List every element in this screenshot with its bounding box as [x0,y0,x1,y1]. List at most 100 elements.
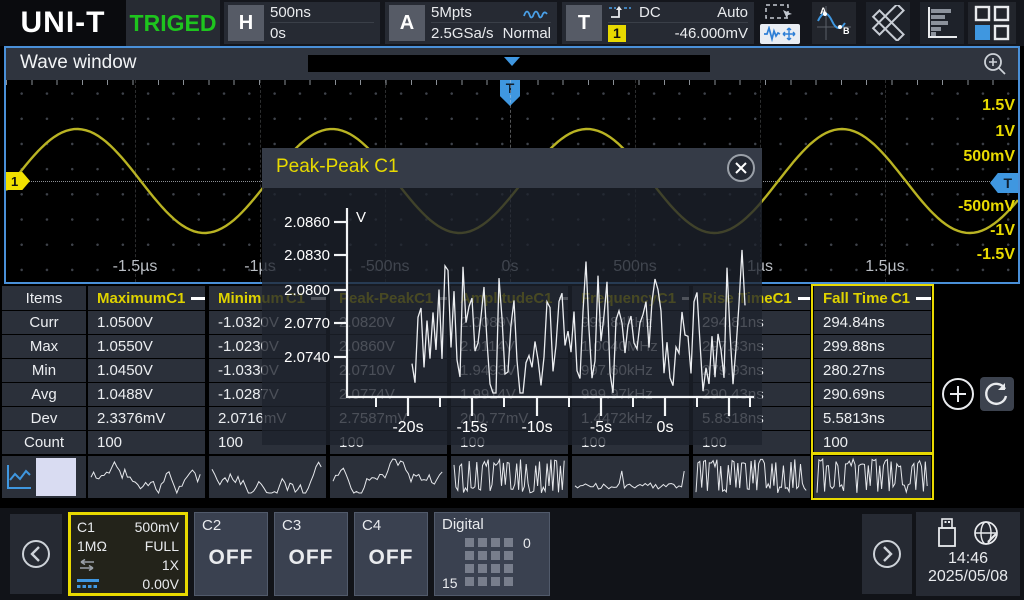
acquire-panel[interactable]: A 5Mpts 2.5GSa/s Normal [385,2,557,44]
popup-body: 2.08602.08302.08002.07702.0740V-20s-15s-… [262,188,762,445]
channel-trace-dash [798,297,810,300]
channel1-name: C1 [77,519,95,535]
trigger-panel[interactable]: T DC Auto 1 -46.000mV [562,2,754,44]
voltage-label: -1V [990,222,1015,240]
measure-cell: 100 [88,431,205,454]
trigger-source-badge: 1 [608,25,626,42]
horizontal-label: H [228,5,264,41]
channel2-panel[interactable]: C2 OFF [194,512,268,596]
trigger-level-value: -46.000mV [675,25,748,42]
clock-time: 14:46 [916,550,1020,568]
measure-column-header[interactable]: Fall TimeC1 [814,286,931,310]
measurement-trend-popup: Peak-Peak C1 2.08602.08302.08002.07702.0… [262,148,762,445]
digital-high-index: 0 [523,535,531,551]
svg-text:2.0830: 2.0830 [284,247,330,264]
channel1-bandwidth: FULL [145,538,179,554]
wave-window-title: Wave window [20,52,137,74]
trigger-label: T [566,5,602,41]
horizontal-offset: 0s [270,25,286,42]
channel3-name: C3 [282,517,340,534]
svg-text:-15s: -15s [456,419,487,436]
stat-row-label: Curr [2,311,86,334]
trigger-coupling: DC [639,4,661,21]
measure-cell: 1.0450V [88,359,205,382]
channel1-offset: 0.00V [142,576,179,592]
trigger-sweep-mode: Auto [717,4,748,21]
voltage-label: 1V [995,123,1015,141]
trigger-edge-icon [608,4,632,20]
acquire-label: A [389,5,425,41]
voltage-label: 1.5V [982,97,1015,115]
measure-tool-icon[interactable] [866,2,910,44]
sparkline-cell[interactable] [330,456,447,498]
measure-cell: 100 [814,431,931,454]
svg-text:V: V [356,209,366,226]
svg-text:0s: 0s [657,419,674,436]
channel3-state: OFF [282,546,340,570]
time-label: 1.5µs [865,258,904,276]
close-icon[interactable] [727,154,755,182]
timebase-value: 500ns [270,4,311,21]
digital-channel-grid [465,538,513,586]
channel1-probe: 1X [162,557,179,573]
stat-row-label: Max [2,335,86,358]
measure-cell: 1.0488V [88,383,205,406]
waveform-position-bar[interactable] [308,55,710,72]
trigger-status: TRIGED [126,0,220,46]
channel-bar-right-button[interactable] [862,514,912,594]
zoom-in-icon[interactable] [982,51,1008,77]
svg-text:-10s: -10s [521,419,552,436]
channel1-impedance: 1MΩ [77,538,107,554]
layout-grid-icon[interactable] [968,2,1016,44]
grid-vline [260,80,261,282]
measure-cell: 5.5813ns [814,407,931,430]
cursor-tools [760,2,800,44]
channel-bar-left-button[interactable] [10,514,62,594]
channel3-panel[interactable]: C3 OFF [274,512,348,596]
wave-window-header: Wave window [6,48,1018,80]
statistics-icon[interactable] [920,2,964,44]
select-zoom-icon[interactable] [760,2,800,22]
channel1-panel[interactable]: C1500mV 1MΩFULL 1X 0.00V [68,512,188,596]
popup-header[interactable]: Peak-Peak C1 [262,148,762,188]
bottom-bar: C1500mV 1MΩFULL 1X 0.00V C2 OFF C3 OFF C… [0,508,1024,600]
bandwidth-limit-icon [77,579,101,589]
time-label: -1.5µs [113,258,158,276]
voltage-label: -500mV [958,198,1015,216]
cursor-ab-icon[interactable]: AB [812,2,856,44]
svg-text:-5s: -5s [590,419,612,436]
sparkline-cell[interactable] [814,456,931,498]
sparkline-cell[interactable] [451,456,568,498]
stat-row-label: Dev [2,407,86,430]
popup-title: Peak-Peak C1 [276,156,399,178]
digital-channels-panel[interactable]: Digital 0 15 [434,512,550,596]
status-panel[interactable]: 14:46 2025/05/08 [916,512,1020,596]
sparkline-cell[interactable] [209,456,326,498]
measure-column-header[interactable]: MaximumC1 [88,286,205,310]
usb-icon [936,518,958,548]
measure-cell: 1.0550V [88,335,205,358]
trend-chart: 2.08602.08302.08002.07702.0740V-20s-15s-… [262,188,762,445]
channel-trace-dash [916,297,931,300]
reset-statistics-button[interactable] [980,377,1014,411]
sample-rate: 2.5GSa/s [431,25,494,42]
svg-text:A: A [820,6,827,16]
stat-row-label: Min [2,359,86,382]
acquire-wave-icon [523,5,551,19]
channel2-state: OFF [202,546,260,570]
svg-text:2.0740: 2.0740 [284,349,330,366]
position-pointer[interactable] [504,57,520,66]
horizontal-panel[interactable]: H 500ns 0s [224,2,380,44]
add-measurement-button[interactable] [941,377,975,411]
measure-cell: 294.84ns [814,311,931,334]
wave-drag-icon[interactable] [760,24,800,44]
sparkline-cell[interactable] [88,456,205,498]
sparkline-cell[interactable] [572,456,689,498]
grid-vline [135,80,136,282]
grid-vline [885,80,886,282]
trend-view-toggle[interactable] [2,456,86,498]
digital-low-index: 15 [442,575,458,591]
svg-text:-20s: -20s [392,419,423,436]
sparkline-cell[interactable] [693,456,810,498]
channel4-panel[interactable]: C4 OFF [354,512,428,596]
